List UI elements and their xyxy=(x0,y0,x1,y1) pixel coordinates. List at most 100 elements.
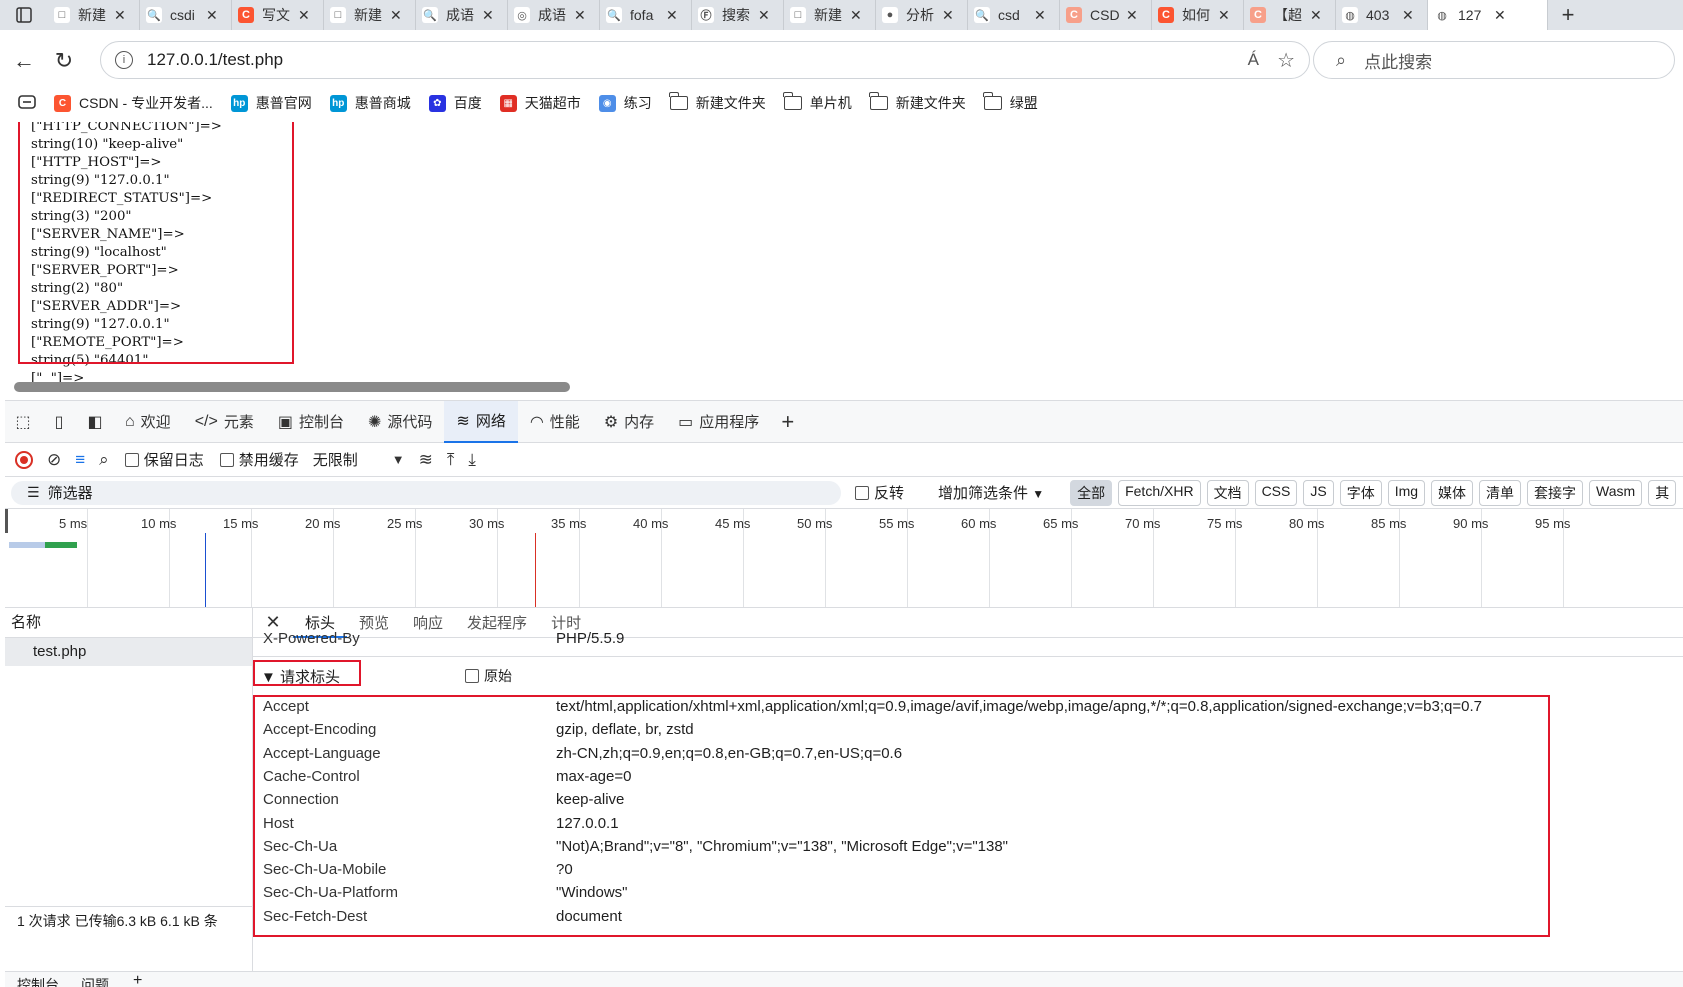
browser-tab[interactable]: 🔍 成语 ✕ xyxy=(416,0,508,30)
url-text[interactable]: 127.0.0.1/test.php xyxy=(147,50,283,70)
browser-tab[interactable]: ● 分析 ✕ xyxy=(876,0,968,30)
close-icon[interactable]: ✕ xyxy=(942,7,954,24)
record-icon[interactable] xyxy=(15,450,33,469)
bookmark-item[interactable]: 绿盟 xyxy=(983,92,1038,113)
close-icon[interactable]: ✕ xyxy=(666,7,678,24)
browser-tab[interactable]: □ 新建 ✕ xyxy=(784,0,876,30)
filter-chip[interactable]: 清单 xyxy=(1479,479,1522,506)
close-icon[interactable]: ✕ xyxy=(1494,7,1506,24)
close-icon[interactable]: ✕ xyxy=(1402,7,1414,24)
clear-icon[interactable]: ⊘ xyxy=(47,450,61,470)
search-icon[interactable]: ⌕ xyxy=(99,450,109,470)
network-timeline[interactable]: 5 ms 10 ms 15 ms 20 ms 25 ms 30 ms 35 ms 40 ms 4… xyxy=(5,509,1683,608)
search-box[interactable]: ⌕ 点此搜索 xyxy=(1313,41,1675,79)
devtools-tab[interactable]: ⚙ 内存 xyxy=(592,401,666,443)
bookmark-item[interactable] xyxy=(18,94,36,112)
refresh-button[interactable]: ↻ xyxy=(44,48,84,74)
devtools-tab[interactable]: ≋ 网络 xyxy=(444,400,518,443)
browser-tab[interactable]: ◎ 成语 ✕ xyxy=(508,0,600,30)
browser-tab[interactable]: C CSD ✕ xyxy=(1060,0,1152,30)
invert-checkbox[interactable]: 反转 xyxy=(855,482,904,503)
browser-tab[interactable]: C 写文 ✕ xyxy=(232,0,324,30)
filter-chip[interactable]: 字体 xyxy=(1339,479,1382,506)
inspect-icon[interactable]: ⬚ xyxy=(5,412,41,432)
browser-tab[interactable]: 🔍 csdi ✕ xyxy=(140,0,232,30)
browser-tab[interactable]: □ 新建 ✕ xyxy=(48,0,140,30)
back-button[interactable]: ← xyxy=(4,48,44,74)
filter-chip[interactable]: 文档 xyxy=(1206,479,1249,506)
close-icon[interactable]: ✕ xyxy=(758,7,770,24)
throttle-select[interactable]: 无限制 xyxy=(313,449,358,470)
close-icon[interactable]: ✕ xyxy=(206,7,218,24)
drawer-tab-console[interactable]: 控制台 xyxy=(17,975,59,987)
bookmark-item[interactable]: 新建文件夹 xyxy=(869,92,966,113)
preserve-log-checkbox[interactable]: 保留日志 xyxy=(124,449,204,470)
filter-icon[interactable]: ≡ xyxy=(75,450,85,470)
filter-chip[interactable]: CSS xyxy=(1254,479,1298,506)
browser-tab[interactable]: ◍ 127 ✕ xyxy=(1428,0,1548,30)
tab-actions-icon[interactable] xyxy=(0,0,48,30)
filter-chip[interactable]: 套接字 xyxy=(1527,479,1584,506)
close-icon[interactable]: ✕ xyxy=(298,7,310,24)
browser-tab[interactable]: 🔍 csd ✕ xyxy=(968,0,1060,30)
devtools-tab[interactable]: </> 元素 xyxy=(183,401,266,443)
close-icon[interactable]: ✕ xyxy=(1310,7,1322,24)
collections-icon[interactable] xyxy=(18,94,36,112)
browser-tab[interactable]: C 【超 ✕ xyxy=(1244,0,1336,30)
device-toolbar-icon[interactable]: ▯ xyxy=(41,412,77,432)
horizontal-scrollbar[interactable] xyxy=(14,382,570,392)
close-icon[interactable]: ✕ xyxy=(482,7,494,24)
filter-chip[interactable]: JS xyxy=(1303,479,1334,506)
bookmark-item[interactable]: 新建文件夹 xyxy=(669,92,766,113)
favorite-star-icon[interactable]: ☆ xyxy=(1277,48,1295,73)
devtools-tab[interactable]: ✺ 源代码 xyxy=(356,401,444,443)
read-aloud-icon[interactable]: Á xyxy=(1248,50,1259,70)
new-tab-button[interactable]: + xyxy=(1548,2,1588,28)
bookmark-item[interactable]: hp 惠普商城 xyxy=(329,93,411,113)
devtools-tab[interactable]: ⌂ 欢迎 xyxy=(113,401,183,443)
filter-chip[interactable]: 其 xyxy=(1648,479,1677,506)
detail-tab[interactable]: 发起程序 xyxy=(455,608,539,638)
browser-tab[interactable]: □ 新建 ✕ xyxy=(324,0,416,30)
import-icon[interactable]: ⤒ xyxy=(447,450,455,470)
filter-input[interactable]: ☰ 筛选器 xyxy=(11,480,841,505)
browser-tab[interactable]: ◍ 403 ✕ xyxy=(1336,0,1428,30)
close-icon[interactable]: ✕ xyxy=(850,7,862,24)
bookmark-item[interactable]: 单片机 xyxy=(783,92,852,113)
detail-tab[interactable]: 响应 xyxy=(401,608,455,638)
name-column-header[interactable]: 名称 xyxy=(5,608,252,638)
raw-checkbox[interactable]: 原始 xyxy=(465,666,512,686)
export-icon[interactable]: ⤓ xyxy=(468,450,476,470)
bookmark-item[interactable]: C CSDN - 专业开发者... xyxy=(54,93,213,113)
bookmark-item[interactable]: ▦ 天猫超市 xyxy=(499,93,581,113)
more-tools-icon[interactable]: + xyxy=(771,409,804,435)
bookmark-item[interactable]: ◉ 练习 xyxy=(598,93,652,113)
info-icon[interactable]: i xyxy=(115,51,133,69)
bookmark-item[interactable]: hp 惠普官网 xyxy=(230,93,312,113)
devtools-tab[interactable]: ▭ 应用程序 xyxy=(666,401,771,443)
close-icon[interactable]: ✕ xyxy=(1034,7,1046,24)
bookmark-item[interactable]: ✿ 百度 xyxy=(428,93,482,113)
chevron-down-icon[interactable]: ▼ xyxy=(392,452,405,467)
browser-tab[interactable]: C 如何 ✕ xyxy=(1152,0,1244,30)
drawer-tab-issues[interactable]: 问题 xyxy=(81,975,109,987)
devtools-tab[interactable]: ▣ 控制台 xyxy=(266,401,356,443)
filter-chip[interactable]: 全部 xyxy=(1070,479,1113,506)
close-icon[interactable]: ✕ xyxy=(114,7,126,24)
filter-chip[interactable]: 媒体 xyxy=(1431,479,1474,506)
close-icon[interactable]: ✕ xyxy=(390,7,402,24)
address-bar[interactable]: i 127.0.0.1/test.php Á ☆ xyxy=(100,41,1310,79)
request-row[interactable]: test.php xyxy=(5,638,252,666)
disable-cache-checkbox[interactable]: 禁用缓存 xyxy=(219,449,299,470)
filter-chip[interactable]: Fetch/XHR xyxy=(1118,479,1201,506)
more-filters-button[interactable]: 增加筛选条件 ▼ xyxy=(938,482,1044,503)
close-icon[interactable]: ✕ xyxy=(1126,7,1138,24)
browser-tab[interactable]: Ⓕ 搜索 ✕ xyxy=(692,0,784,30)
close-icon[interactable]: ✕ xyxy=(574,7,586,24)
timeline-handle[interactable] xyxy=(5,509,8,533)
filter-chip[interactable]: Img xyxy=(1387,479,1426,506)
drawer-add-icon[interactable]: + xyxy=(133,972,142,987)
network-conditions-icon[interactable]: ≋ xyxy=(419,450,433,470)
filter-chip[interactable]: Wasm xyxy=(1589,479,1643,506)
dock-icon[interactable]: ◧ xyxy=(77,412,113,432)
